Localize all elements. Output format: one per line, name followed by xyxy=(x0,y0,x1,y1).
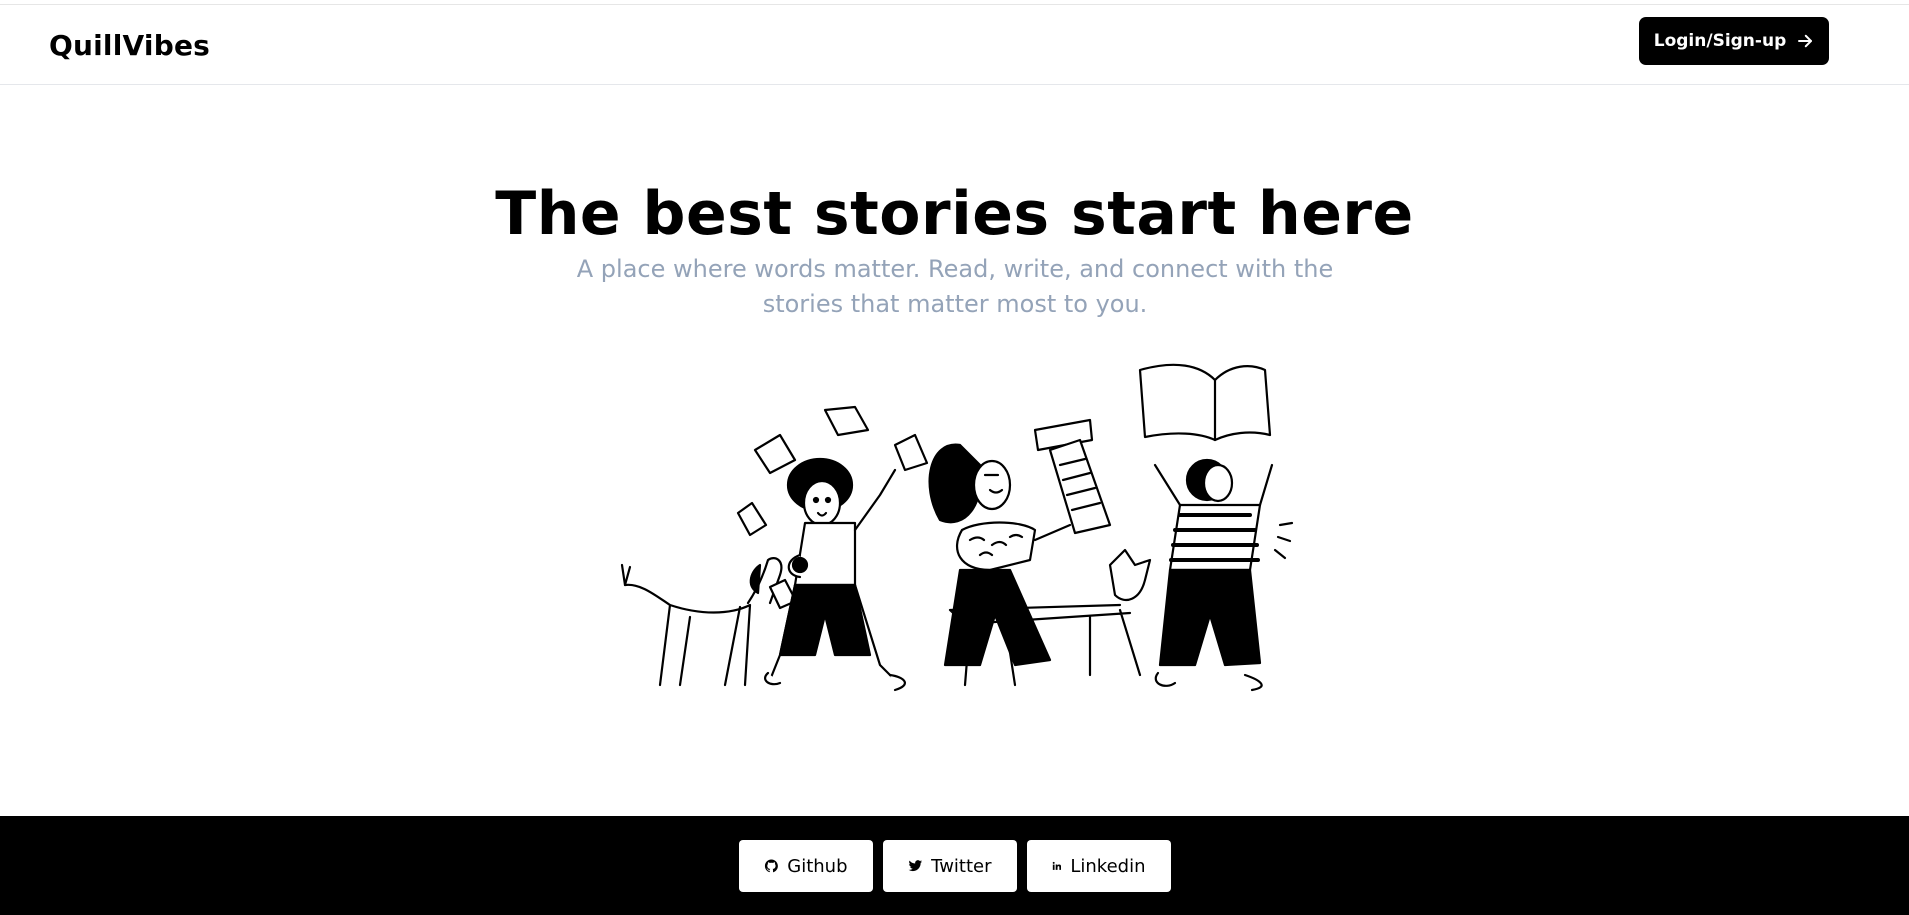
footer: Github Twitter Linkedin xyxy=(0,816,1909,915)
hero-subtitle: A place where words matter. Read, write,… xyxy=(576,255,1334,318)
linkedin-button[interactable]: Linkedin xyxy=(1026,840,1171,892)
arrow-right-icon xyxy=(1798,34,1813,48)
github-label: Github xyxy=(787,855,848,877)
hero-title: The best stories start here xyxy=(495,179,1414,249)
github-button[interactable]: Github xyxy=(738,840,873,892)
twitter-icon xyxy=(908,860,922,872)
github-icon xyxy=(764,859,778,873)
navbar: QuillVibes Login/Sign-up xyxy=(0,5,1909,85)
login-signup-button[interactable]: Login/Sign-up xyxy=(1639,17,1829,65)
twitter-button[interactable]: Twitter xyxy=(882,840,1017,892)
social-links: Github Twitter Linkedin xyxy=(0,840,1909,892)
linkedin-label: Linkedin xyxy=(1070,855,1146,877)
twitter-label: Twitter xyxy=(931,855,992,877)
linkedin-icon xyxy=(1052,861,1061,870)
brand-logo[interactable]: QuillVibes xyxy=(49,29,210,62)
reading-people-illustration xyxy=(620,363,1294,692)
login-signup-label: Login/Sign-up xyxy=(1653,31,1787,51)
